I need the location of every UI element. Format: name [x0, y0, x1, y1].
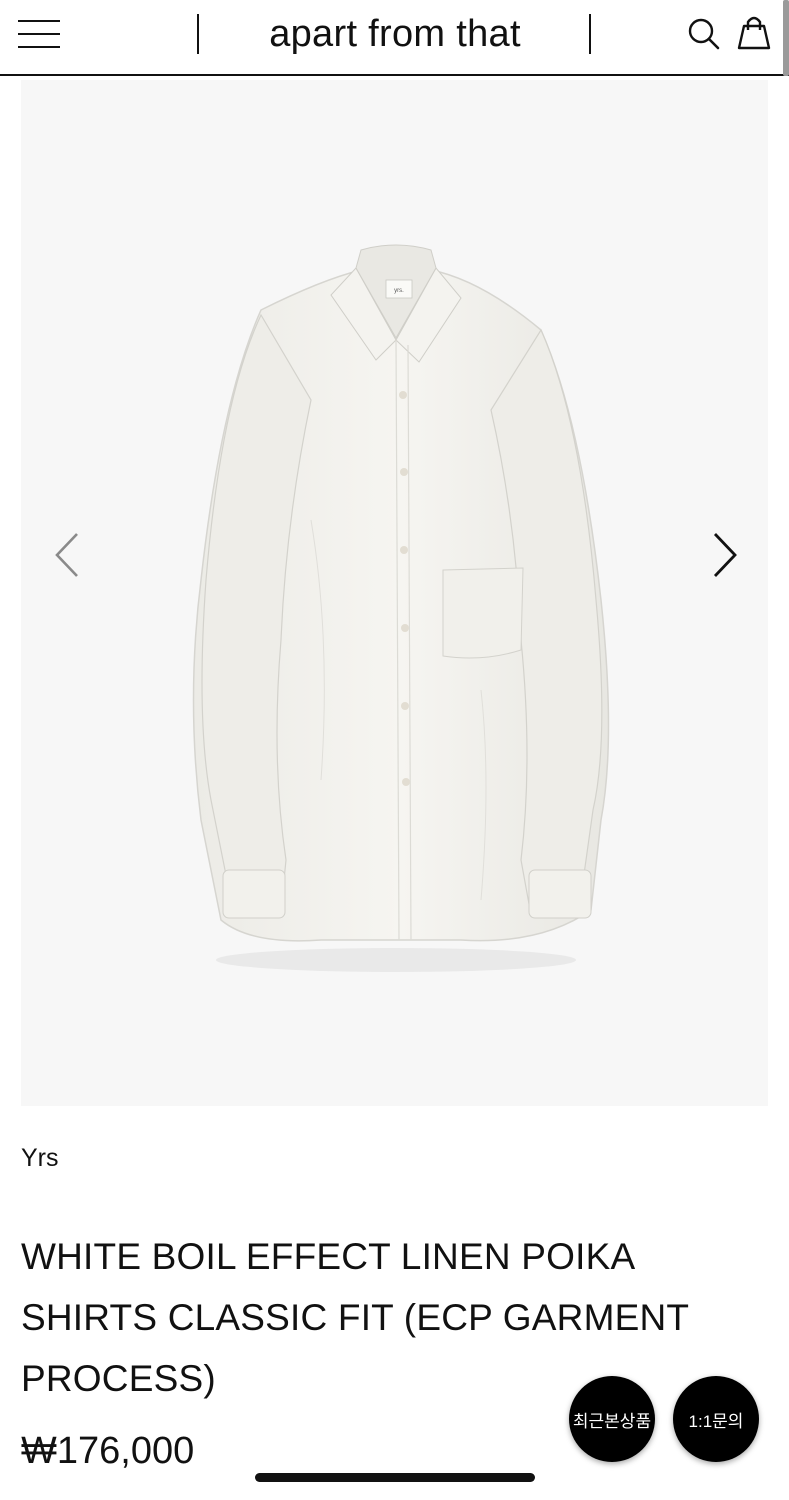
- chevron-right-icon[interactable]: [703, 520, 751, 590]
- scrollbar-thumb[interactable]: [783, 0, 789, 76]
- header-divider-left: [197, 14, 199, 54]
- hamburger-menu-icon[interactable]: [18, 18, 62, 50]
- product-price: ₩176,000: [21, 1430, 195, 1472]
- home-indicator[interactable]: [255, 1473, 535, 1482]
- shirt-product-image: yrs.: [192, 244, 610, 972]
- top-header: apart from that: [0, 0, 789, 76]
- search-icon[interactable]: [684, 12, 724, 56]
- chevron-left-icon[interactable]: [47, 520, 95, 590]
- product-title: WHITE BOIL EFFECT LINEN POIKA SHIRTS CLA…: [21, 1236, 689, 1399]
- product-brand[interactable]: Yrs: [21, 1144, 59, 1173]
- shopping-bag-icon[interactable]: [734, 12, 774, 56]
- product-page: apart from that yrs. Yrs WHITE BOIL EFFE…: [0, 0, 789, 1500]
- header-divider-right: [589, 14, 591, 54]
- shirt-label-text: yrs.: [394, 288, 404, 294]
- one-to-one-inquiry-button[interactable]: 1:1문의: [673, 1376, 759, 1462]
- product-image-gallery[interactable]: yrs.: [21, 80, 768, 1106]
- site-logo[interactable]: apart from that: [210, 10, 580, 58]
- recently-viewed-button[interactable]: 최근본상품: [569, 1376, 655, 1462]
